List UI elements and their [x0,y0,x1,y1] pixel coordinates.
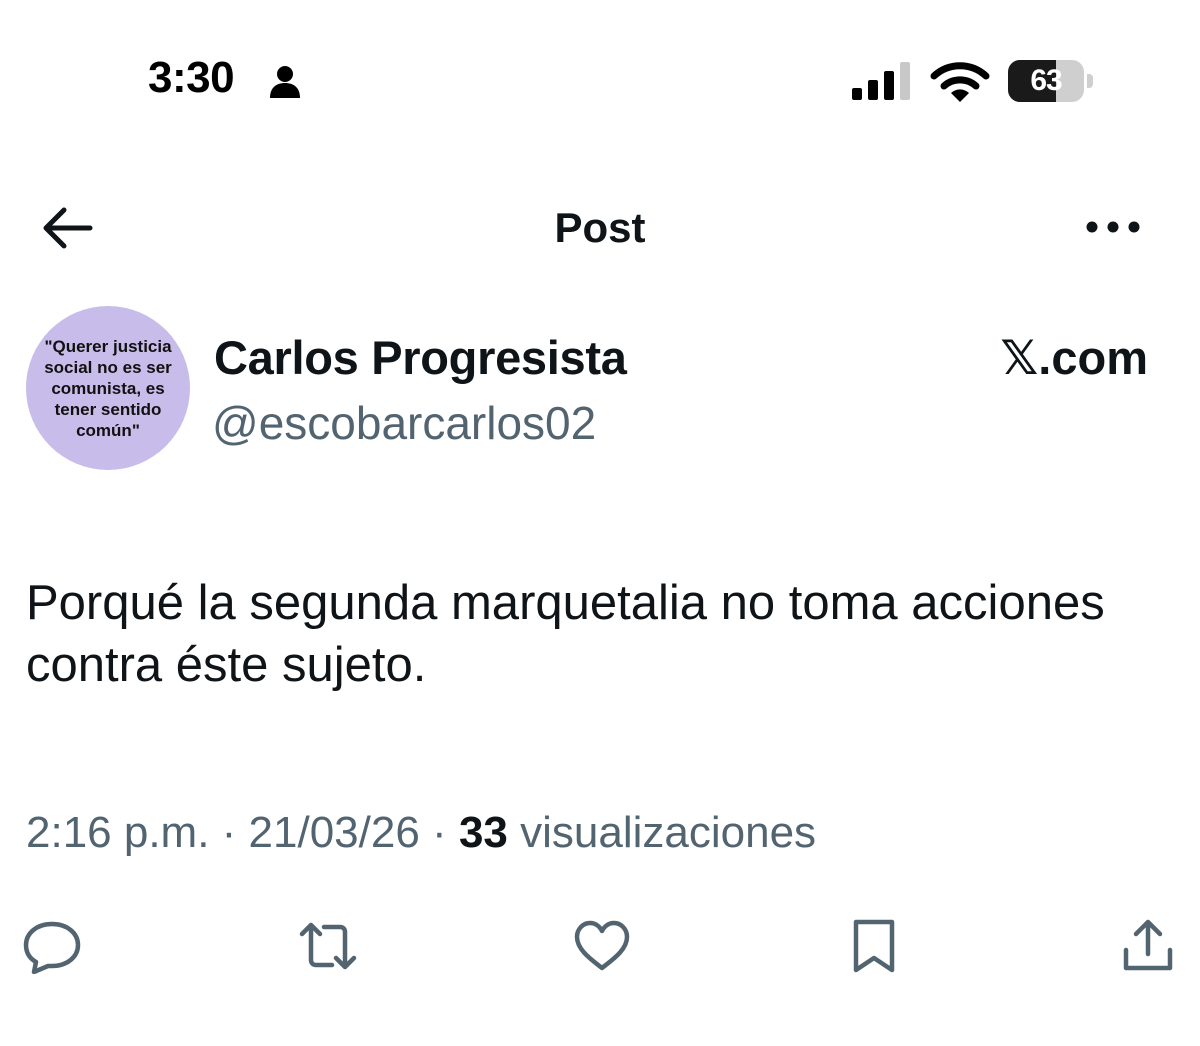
signal-icon [852,62,910,100]
bookmark-button[interactable] [844,918,904,974]
like-button[interactable] [572,918,632,974]
tweet-meta: 2:16 p.m. · 21/03/26 · 33 visualizacione… [26,808,816,858]
meta-separator: · [209,808,249,857]
tweet-time: 2:16 p.m. [26,808,210,857]
battery-percent: 63 [1030,64,1062,97]
tweet-date: 21/03/26 [248,808,420,857]
author-name[interactable]: Carlos Progresista [214,330,627,385]
tweet-text: Porqué la segunda marquetalia no toma ac… [26,576,1105,692]
reply-icon [23,921,81,975]
bookmark-icon [853,919,895,973]
battery-cap [1087,74,1093,88]
battery-icon: 63 [1008,60,1084,102]
avatar-text: "Querer justicia social no es ser comuni… [44,336,172,440]
author-handle[interactable]: @escobarcarlos02 [212,396,596,450]
reply-button[interactable] [22,918,82,975]
views-count[interactable]: 33 [459,808,508,857]
share-icon [1123,919,1173,971]
repost-icon [299,922,357,970]
page-title: Post [554,204,646,251]
like-icon [574,920,630,971]
avatar[interactable]: "Querer justicia social no es ser comuni… [26,306,190,470]
more-options-button[interactable] [1084,212,1142,242]
share-button[interactable] [1118,918,1178,974]
x-com-watermark: 𝕏.com [1000,331,1148,384]
repost-button[interactable] [298,918,358,974]
battery-indicator: 63 [1008,60,1093,102]
views-label: visualizaciones [520,808,817,857]
meta-separator: · [419,808,459,857]
status-time: 3:30 [148,53,235,102]
wifi-icon [930,62,990,102]
person-icon [270,66,300,98]
